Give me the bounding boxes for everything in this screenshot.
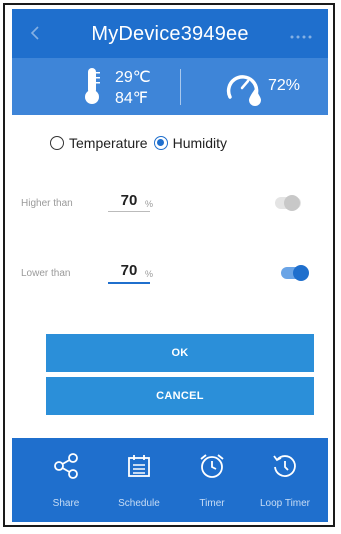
tab-share-label: Share: [52, 498, 80, 509]
thermometer-icon: [85, 68, 100, 104]
header: MyDevice3949ee 29℃ 84℉ 72%: [12, 9, 328, 115]
tab-loop-timer-label: Loop Timer: [259, 498, 311, 509]
temperature-celsius: 29℃: [115, 69, 151, 86]
page-title: MyDevice3949ee: [91, 23, 249, 45]
lower-than-underline: [108, 282, 150, 284]
humidity-value: 72%: [268, 77, 301, 94]
radio-humidity[interactable]: Humidity: [153, 135, 228, 151]
radio-temperature[interactable]: Temperature: [50, 135, 148, 151]
higher-than-input[interactable]: 70: [114, 192, 144, 209]
alarm-clock-icon: [200, 454, 224, 478]
tab-timer[interactable]: Timer: [178, 438, 246, 522]
radio-circle: [50, 136, 64, 150]
lower-than-input[interactable]: 70: [114, 262, 144, 279]
toggle-knob: [284, 195, 300, 211]
higher-than-unit: %: [145, 199, 154, 209]
radio-temperature-label: Temperature: [69, 135, 148, 151]
sensor-panel: 29℃ 84℉ 72%: [12, 58, 328, 115]
temperature-fahrenheit: 84℉: [115, 90, 149, 107]
calendar-icon: [128, 455, 150, 477]
more-dots-icon[interactable]: [288, 33, 316, 41]
lower-than-label: Lower than: [21, 268, 71, 279]
humidity-gauge-icon: [226, 75, 261, 106]
tab-loop-timer[interactable]: Loop Timer: [251, 438, 319, 522]
higher-than-label: Higher than: [21, 198, 73, 209]
toggle-knob: [293, 265, 309, 281]
higher-than-toggle[interactable]: [275, 195, 301, 211]
share-icon: [54, 453, 78, 479]
radio-humidity-label: Humidity: [172, 135, 228, 151]
radio-circle-checked: [153, 136, 168, 150]
tab-schedule-label: Schedule: [118, 498, 160, 509]
bottom-nav: Share Schedule Timer Loop Timer: [12, 438, 328, 522]
ok-button[interactable]: OK: [46, 334, 314, 372]
tab-share[interactable]: Share: [32, 438, 100, 522]
divider: [180, 69, 181, 105]
tab-schedule[interactable]: Schedule: [105, 438, 173, 522]
lower-than-toggle[interactable]: [281, 265, 309, 281]
mode-selector: Temperature Humidity: [50, 132, 233, 154]
tab-timer-label: Timer: [199, 498, 225, 509]
lower-than-unit: %: [145, 269, 154, 279]
app-frame: MyDevice3949ee 29℃ 84℉ 72% Temperature H…: [3, 3, 335, 527]
higher-than-underline: [108, 211, 150, 212]
loop-timer-icon: [273, 455, 296, 477]
cancel-button[interactable]: CANCEL: [46, 377, 314, 415]
